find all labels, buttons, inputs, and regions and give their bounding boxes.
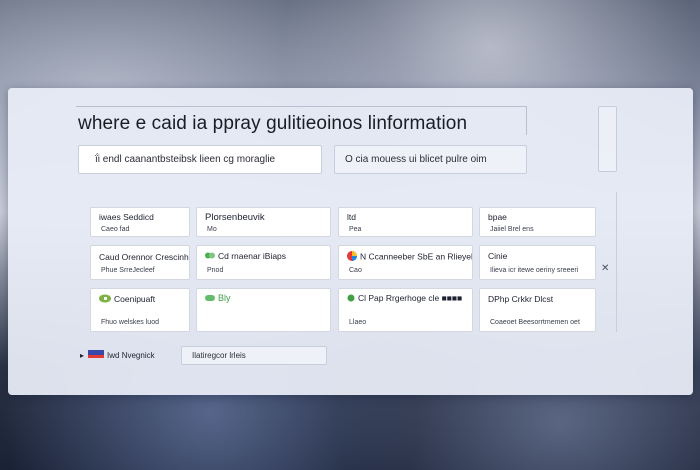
card-item[interactable]: bpae Jaiiel Brel ens xyxy=(479,207,596,237)
card-title: N Ccanneeber SbE an Rlieyel xyxy=(360,251,473,262)
card-item[interactable]: Cinie Ilieva icr itewe oeriny sreeeri xyxy=(479,245,596,280)
card-subtitle: Caeo fad xyxy=(101,226,130,233)
card-title: ltd xyxy=(347,212,356,222)
card-item[interactable]: DPhp Crkkr Dlcst Coaeoet Beesorrtmemen o… xyxy=(479,288,596,332)
card-item[interactable]: ltd Pea xyxy=(338,207,473,237)
card-title: bpae xyxy=(488,212,507,222)
card-title: Cl Pap Rrgerhoge cle ■■■■ xyxy=(358,293,463,303)
side-scrollbar[interactable] xyxy=(598,106,617,172)
close-icon[interactable]: ✕ xyxy=(601,263,609,274)
green-dot-icon xyxy=(347,294,355,304)
card-item[interactable]: Cd rnaenar iBiaps Pnod xyxy=(196,245,331,280)
card-item[interactable]: Bly xyxy=(196,288,331,332)
card-subtitle: Llaeo xyxy=(349,319,367,326)
card-title: Coenipuaft xyxy=(114,294,156,304)
card-item[interactable]: Coenipuaft Fhuo welskes luod xyxy=(90,288,190,332)
card-subtitle: Coaeoet Beesorrtmemen oet xyxy=(490,319,580,326)
card-title: Plorsenbeuvik xyxy=(205,212,265,223)
footer-nav[interactable]: ▸ Iwd Nvegnick xyxy=(80,350,155,360)
green-dot-icon xyxy=(205,294,215,304)
dialog-panel: where e caid ia ppray gulitieoinos linfo… xyxy=(8,88,693,395)
card-subtitle: Pea xyxy=(349,226,362,233)
card-item[interactable]: Plorsenbeuvik Mo xyxy=(196,207,331,237)
footer-label: Iwd Nvegnick xyxy=(107,350,155,360)
card-item[interactable]: iwaes Seddicd Caeo fad xyxy=(90,207,190,237)
card-subtitle: Fhuo welskes luod xyxy=(101,319,159,326)
card-title: DPhp Crkkr Dlcst xyxy=(488,294,554,304)
card-subtitle: Phue SrreJecleef xyxy=(101,267,155,274)
secondary-text-field[interactable]: O cia mouess ui blicet pulre oim xyxy=(334,145,527,174)
card-title: iwaes Seddicd xyxy=(99,212,154,222)
card-subtitle: Mo xyxy=(207,226,217,233)
card-item[interactable]: N Ccanneeber SbE an Rlieyel Cao xyxy=(338,245,473,280)
primary-text-field[interactable]: ḯi endl caanantbsteibsk lieen cg moragli… xyxy=(78,145,322,174)
card-title: Cinie xyxy=(488,251,508,261)
footer-input[interactable]: Ilatiregcor lrleis xyxy=(181,346,327,365)
card-item[interactable]: Caud Orennor Crescinher Phue SrreJecleef xyxy=(90,245,190,280)
green-logo-icon xyxy=(205,251,215,262)
flag-icon xyxy=(88,350,105,360)
card-title: Cd rnaenar iBiaps xyxy=(218,251,287,261)
caret-right-icon: ▸ xyxy=(80,350,85,360)
card-subtitle: Pnod xyxy=(207,267,224,274)
card-subtitle: Jaiiel Brel ens xyxy=(490,226,534,233)
card-subtitle: Ilieva icr itewe oeriny sreeeri xyxy=(490,267,579,274)
card-subtitle: Cao xyxy=(349,267,362,274)
card-title: Caud Orennor Crescinher xyxy=(99,252,190,262)
multicolor-logo-icon xyxy=(347,251,357,263)
page-title: where e caid ia ppray gulitieoinos linfo… xyxy=(78,113,468,134)
card-item[interactable]: Cl Pap Rrgerhoge cle ■■■■ Llaeo xyxy=(338,288,473,332)
card-title: Bly xyxy=(218,293,231,303)
leaf-logo-icon xyxy=(99,294,111,305)
